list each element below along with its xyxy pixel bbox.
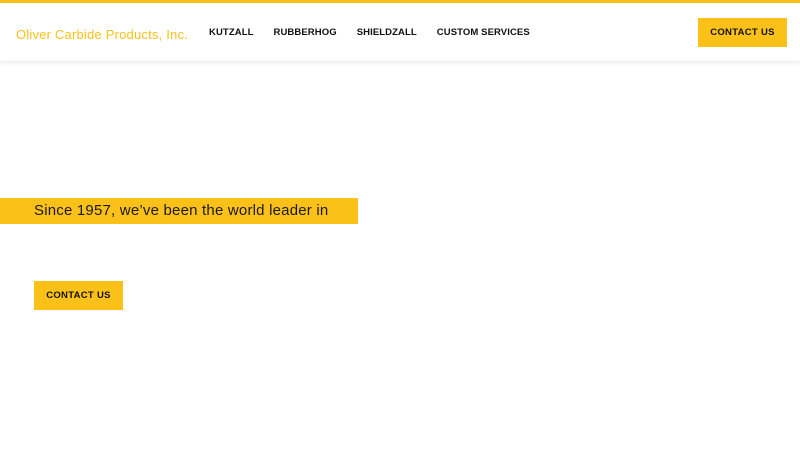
nav-item-custom-services[interactable]: CUSTOM SERVICES <box>437 27 530 38</box>
hero-tagline: Since 1957, we’ve been the world leader … <box>34 202 329 219</box>
main-nav: KUTZALL RUBBERHOG SHIELDZALL CUSTOM SERV… <box>209 27 530 38</box>
site-header: Oliver Carbide Products, Inc. KUTZALL RU… <box>0 3 800 62</box>
site-logo-link[interactable]: Oliver Carbide Products, Inc. <box>16 27 188 42</box>
nav-item-shieldzall[interactable]: SHIELDZALL <box>357 27 417 38</box>
hero-contact-button[interactable]: CONTACT US <box>34 281 123 310</box>
nav-item-rubberhog[interactable]: RUBBERHOG <box>274 27 337 38</box>
nav-item-kutzall[interactable]: KUTZALL <box>209 27 254 38</box>
header-contact-button[interactable]: CONTACT US <box>698 18 787 47</box>
